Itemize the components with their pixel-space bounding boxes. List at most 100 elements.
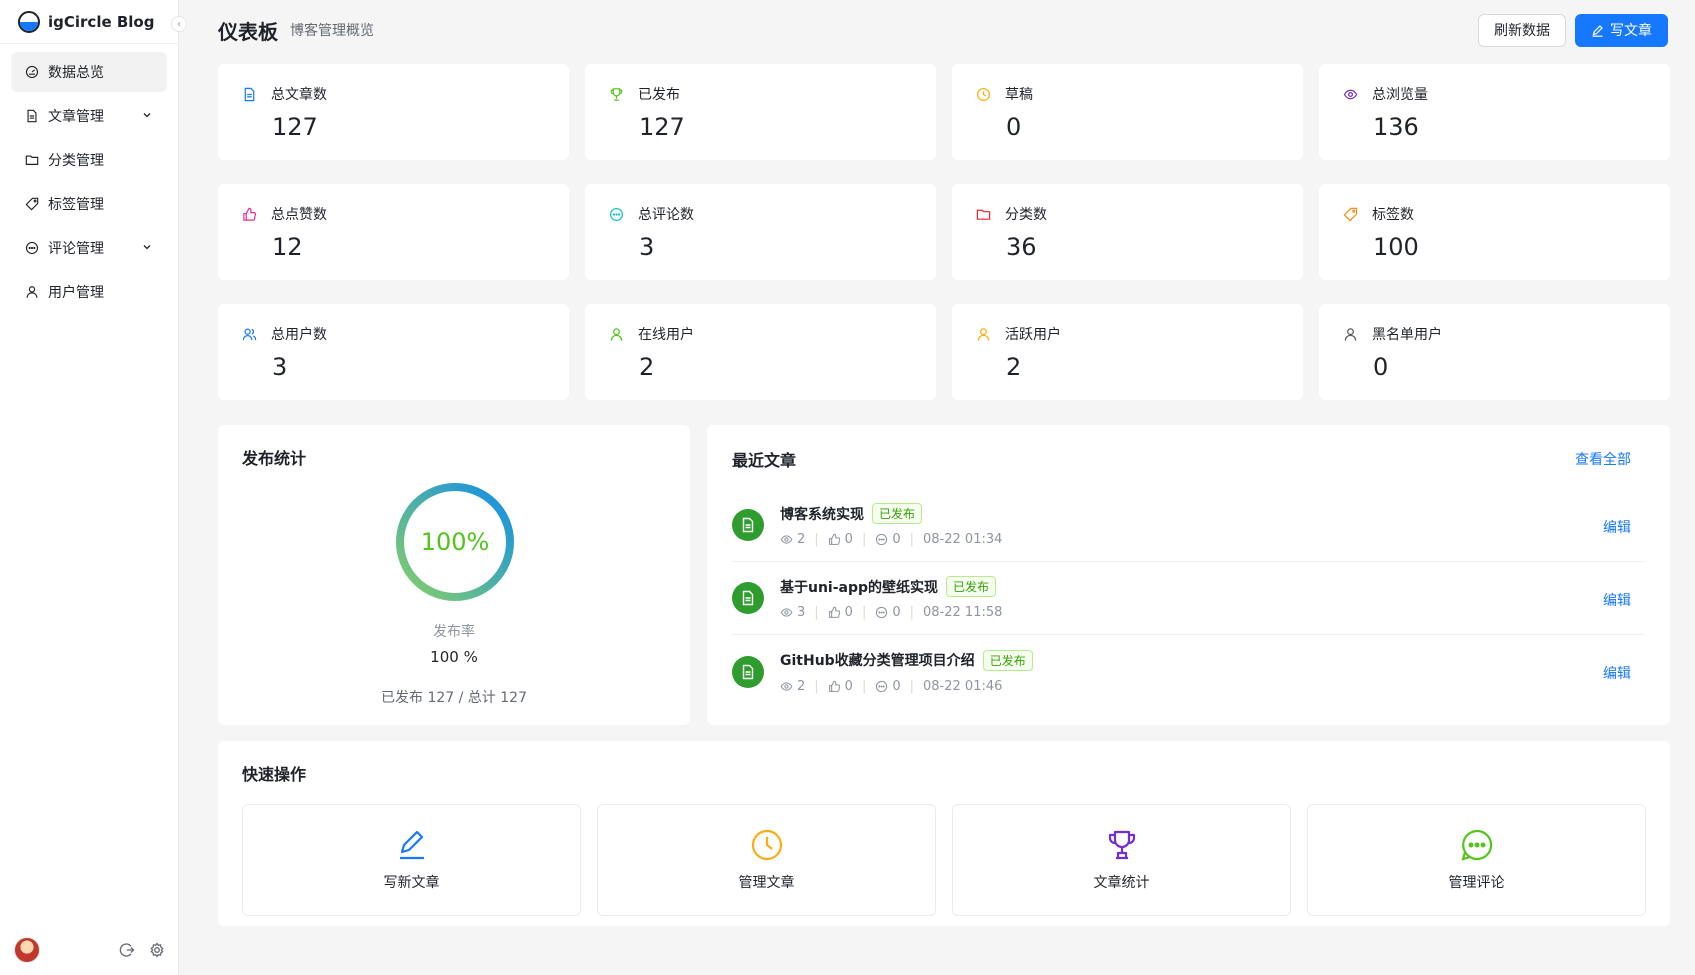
stat-label: 总用户数 — [271, 327, 327, 343]
chevron-down-icon[interactable] — [141, 241, 153, 253]
article-list: 博客系统实现 已发布 2 | 0 | 0 | 08-22 01:34 编辑 基于… — [732, 489, 1645, 708]
sidebar-item-comments[interactable]: 评论管理 — [11, 228, 167, 268]
clock-icon — [976, 87, 991, 101]
logo-icon — [18, 10, 40, 33]
gear-icon[interactable] — [149, 942, 165, 958]
stat-label: 总文章数 — [271, 87, 327, 103]
avatar[interactable] — [14, 937, 40, 963]
quick-action-label: 写新文章 — [383, 875, 440, 891]
refresh-label: 刷新数据 — [1494, 23, 1550, 39]
trophy-icon — [610, 87, 623, 101]
stat-card-blacklist-users: 黑名单用户 0 — [1319, 304, 1670, 400]
like-count: 0 — [844, 532, 853, 547]
tag-icon — [25, 197, 39, 211]
refresh-button[interactable]: 刷新数据 — [1478, 13, 1566, 47]
stat-value: 36 — [1006, 233, 1037, 261]
edit-button[interactable]: 编辑 — [1603, 663, 1631, 683]
trophy-icon — [1108, 830, 1135, 860]
user-icon — [610, 327, 623, 341]
sidebar-item-articles[interactable]: 文章管理 — [11, 96, 167, 136]
quick-actions-card: 快速操作 写新文章 管理文章 文章统计 管理评论 — [218, 741, 1670, 926]
file-icon — [732, 582, 764, 614]
eye-icon — [780, 608, 793, 617]
stat-card-views: 总浏览量 136 — [1319, 64, 1670, 160]
view-count: 3 — [797, 605, 806, 620]
article-title[interactable]: GitHub收藏分类管理项目介绍 — [780, 650, 975, 670]
edit-button[interactable]: 编辑 — [1603, 590, 1631, 610]
comment-count: 0 — [892, 678, 901, 694]
article-date: 08-22 01:34 — [923, 532, 1003, 547]
sidebar-item-label: 用户管理 — [48, 285, 104, 301]
page-header: 仪表板 博客管理概览 刷新数据 写文章 — [179, 0, 1695, 60]
comment-icon — [876, 606, 888, 619]
write-article-button[interactable]: 写文章 — [1575, 13, 1668, 47]
article-title[interactable]: 博客系统实现 — [780, 504, 864, 524]
sidebar-item-tags[interactable]: 标签管理 — [11, 184, 167, 224]
stat-card-online-users: 在线用户 2 — [585, 304, 936, 400]
quick-actions-title: 快速操作 — [242, 765, 307, 784]
brand-name: igCircle Blog — [48, 12, 155, 31]
stat-label: 分类数 — [1005, 207, 1047, 223]
stat-card-drafts: 草稿 0 — [952, 64, 1303, 160]
pencil-icon — [1592, 24, 1603, 37]
sidebar-item-label: 标签管理 — [48, 197, 104, 213]
list-item: GitHub收藏分类管理项目介绍 已发布 2 | 0 | 0 | 08-22 0… — [732, 635, 1645, 708]
list-item: 博客系统实现 已发布 2 | 0 | 0 | 08-22 01:34 编辑 — [732, 489, 1645, 562]
list-item: 基于uni-app的壁纸实现 已发布 3 | 0 | 0 | 08-22 11:… — [732, 562, 1645, 635]
write-label: 写文章 — [1610, 23, 1652, 39]
sidebar-item-users[interactable]: 用户管理 — [11, 272, 167, 312]
folder-icon — [25, 155, 39, 165]
sidebar-item-label: 文章管理 — [48, 109, 104, 125]
comment-icon — [25, 241, 39, 255]
stat-label: 总浏览量 — [1372, 87, 1428, 103]
view-count: 2 — [797, 532, 806, 547]
comment-icon — [876, 680, 888, 692]
status-badge: 已发布 — [872, 503, 923, 524]
quick-action-label: 管理评论 — [1448, 875, 1505, 891]
user-icon — [1344, 327, 1357, 341]
sidebar-item-categories[interactable]: 分类管理 — [11, 140, 167, 180]
brand[interactable]: igCircle Blog — [0, 0, 178, 44]
quick-action-stats[interactable]: 文章统计 — [952, 804, 1291, 916]
stat-card-total-articles: 总文章数 127 — [218, 64, 569, 160]
stat-card-categories: 分类数 36 — [952, 184, 1303, 280]
thumb-up-icon — [828, 606, 840, 618]
sidebar-footer — [0, 925, 179, 975]
stat-value: 2 — [639, 353, 655, 381]
publish-progress-ring: 100% — [394, 481, 516, 603]
quick-action-write[interactable]: 写新文章 — [242, 804, 581, 916]
thumb-up-icon — [828, 680, 840, 692]
publish-rate-value: 100 % — [430, 648, 478, 666]
stat-label: 总点赞数 — [271, 207, 327, 223]
stat-label: 标签数 — [1372, 207, 1414, 223]
document-icon — [244, 87, 255, 101]
article-title[interactable]: 基于uni-app的壁纸实现 — [780, 577, 938, 597]
dashboard-icon — [25, 65, 39, 79]
comment-icon — [609, 207, 624, 221]
clock-icon — [751, 829, 782, 861]
article-date: 08-22 01:46 — [923, 678, 1003, 694]
view-all-link[interactable]: 查看全部 — [1575, 449, 1631, 469]
stat-value: 2 — [1006, 353, 1022, 381]
file-icon — [732, 655, 764, 688]
stat-value: 3 — [272, 353, 288, 381]
like-count: 0 — [844, 678, 853, 694]
sidebar-item-dashboard[interactable]: 数据总览 — [11, 52, 167, 92]
stat-value: 0 — [1006, 113, 1022, 141]
stat-value: 127 — [639, 113, 685, 141]
stat-label: 在线用户 — [638, 327, 694, 343]
stat-label: 黑名单用户 — [1372, 327, 1442, 343]
quick-action-manage-articles[interactable]: 管理文章 — [597, 804, 936, 916]
logout-icon[interactable] — [119, 942, 135, 958]
sidebar-menu: 数据总览 文章管理 分类管理 标签管理 评论管理 用户管理 — [0, 44, 178, 324]
comment-count: 0 — [892, 532, 901, 547]
publish-rate-label: 发布率 — [433, 624, 475, 640]
stat-grid: 总文章数 127 已发布 127 草稿 0 总浏览量 136 总点赞数 12 总… — [218, 64, 1670, 400]
chevron-down-icon[interactable] — [141, 109, 153, 121]
progress-percent: 100% — [420, 528, 490, 556]
comment-icon — [876, 533, 888, 546]
stat-value: 12 — [272, 233, 303, 261]
quick-action-comments[interactable]: 管理评论 — [1307, 804, 1646, 916]
edit-button[interactable]: 编辑 — [1603, 517, 1631, 537]
stat-card-comments: 总评论数 3 — [585, 184, 936, 280]
